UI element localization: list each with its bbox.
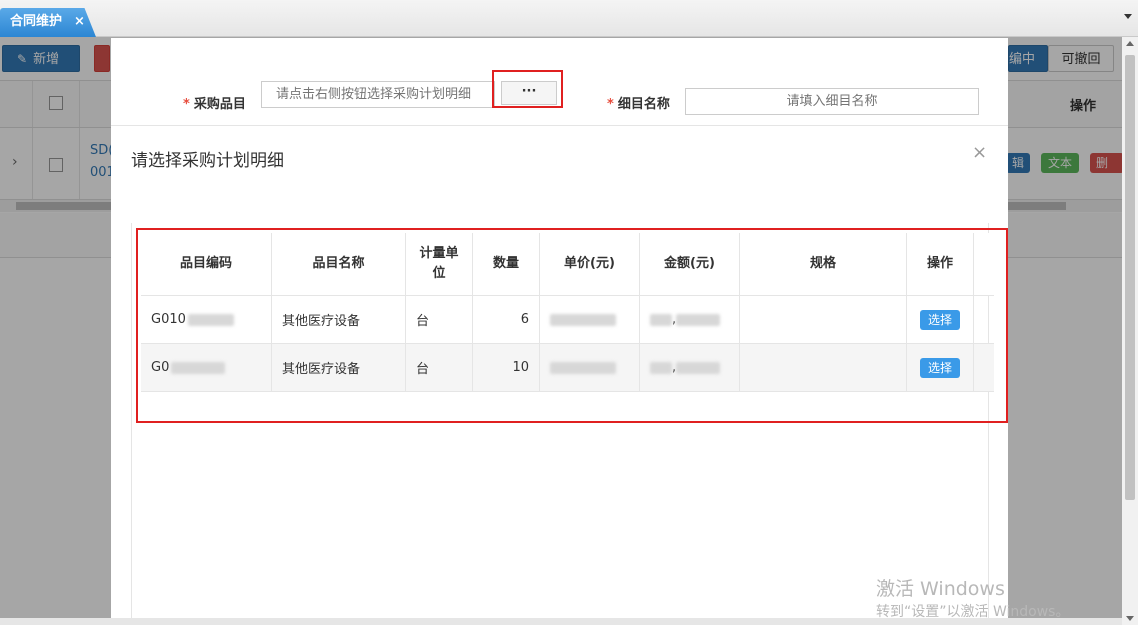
plan-dialog-header: 请选择采购计划明细 × (111, 126, 1008, 186)
plan-dialog-title: 请选择采购计划明细 (131, 151, 284, 171)
scroll-down-icon[interactable] (1126, 616, 1134, 621)
category-input[interactable] (261, 81, 495, 108)
highlight-box-button (492, 70, 563, 108)
status-bar (0, 618, 1122, 625)
item-name-label-text: 细目名称 (617, 97, 670, 112)
close-icon[interactable]: × (972, 142, 987, 163)
tab-close-icon[interactable]: × (74, 8, 85, 35)
form-row: *采购品目 ··· *细目名称 (111, 38, 1008, 126)
vertical-scrollbar[interactable] (1122, 37, 1138, 625)
required-mark: * (607, 97, 614, 112)
contract-item-modal: *采购品目 ··· *细目名称 请选择采购计划明细 × 品目编码 品目名称 计量… (111, 38, 1008, 625)
highlight-box-table (136, 228, 1008, 423)
tab-dropdown-icon[interactable] (1124, 14, 1132, 19)
category-label: * 采购品目 (183, 93, 246, 112)
category-label-text: 采购品目 (193, 97, 246, 112)
scroll-up-icon[interactable] (1126, 41, 1134, 46)
item-name-label: * 细目名称 (607, 93, 670, 112)
required-mark: * (183, 97, 190, 112)
tab-contract-maintenance[interactable]: 合同维护 × (0, 8, 96, 37)
tab-label: 合同维护 (10, 14, 63, 29)
activation-watermark-title: 激活 Windows (876, 578, 1005, 600)
tab-bar: 合同维护 × (0, 0, 1138, 37)
vertical-scroll-thumb[interactable] (1125, 55, 1135, 500)
item-name-input[interactable] (685, 88, 979, 115)
